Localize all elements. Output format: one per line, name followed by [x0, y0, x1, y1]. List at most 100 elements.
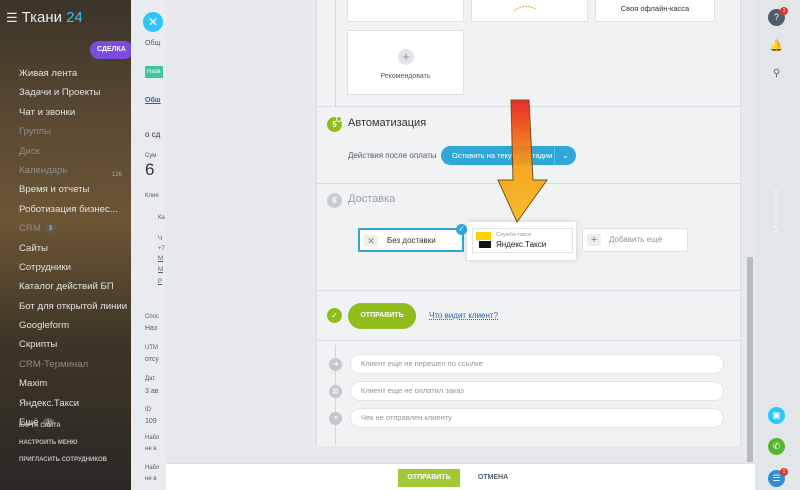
- own-cash-label: Своя офлайн-касса: [620, 4, 690, 13]
- sidebar-item-label: Каталог действий БП: [19, 281, 114, 293]
- invite-link[interactable]: ПРИГЛАСИТЬ СОТРУДНИКОВ: [19, 452, 107, 469]
- deal-fragment: не в: [145, 476, 157, 482]
- document-icon[interactable]: ▣: [768, 407, 785, 424]
- wallet-icon: ▤: [329, 385, 342, 398]
- plus-icon: +: [587, 234, 601, 246]
- sidebar-item[interactable]: Яндекс.Такси: [0, 394, 131, 413]
- help-badge: 1: [780, 7, 788, 15]
- sidebar-item-label: Maxim: [19, 378, 48, 390]
- search-icon[interactable]: ⚲: [768, 65, 785, 82]
- brand-number: 24: [66, 9, 83, 26]
- bottom-cancel-button[interactable]: ОТМЕНА: [468, 469, 518, 487]
- payment-tile[interactable]: [347, 0, 464, 22]
- sidebar-item[interactable]: Живая лента: [0, 64, 131, 83]
- sidebar-item-label: Группы: [19, 126, 51, 138]
- timeline-item: Клиент еще не перешел по ссылке: [350, 354, 724, 374]
- close-icon[interactable]: ✕: [143, 12, 163, 32]
- payment-tile[interactable]: [471, 0, 588, 22]
- timeline-item: Клиент еще не оплатил заказ: [350, 381, 724, 401]
- sidebar-item-label: CRM: [19, 223, 41, 235]
- bottom-send-button[interactable]: ОТПРАВИТЬ: [398, 469, 460, 487]
- sidebar-item[interactable]: Каталог действий БП: [0, 277, 131, 296]
- taxi-name-label: Яндекс.Такси: [496, 240, 547, 249]
- sidebar-item[interactable]: CRM-Терминал: [0, 355, 131, 374]
- section-divider: [317, 290, 742, 291]
- yandex-taxi-highlight[interactable]: Служба такси Яндекс.Такси: [467, 222, 576, 260]
- sidebar-item[interactable]: Скрипты: [0, 335, 131, 354]
- sidebar-item-label: Яндекс.Такси: [19, 397, 80, 409]
- timeline-item: Чек не отправлен клиенту: [350, 408, 724, 428]
- deal-fragment: Назв: [145, 66, 163, 78]
- deal-tab-fragment: Обш: [145, 97, 161, 104]
- deal-fragment: не в: [145, 446, 157, 452]
- sidebar-item-label: Время и отчеты: [19, 184, 90, 196]
- no-delivery-tile[interactable]: ✕ Без доставки: [358, 228, 464, 252]
- deal-fragment: Дат: [145, 376, 156, 382]
- section-divider: [317, 340, 742, 341]
- yandex-taxi-logo-icon: [476, 232, 491, 248]
- sidebar-item[interactable]: Сайты: [0, 239, 131, 258]
- menu-icon[interactable]: ☰: [6, 10, 18, 26]
- deal-fragment: Набл: [145, 465, 160, 471]
- sidebar-item[interactable]: Диск: [0, 142, 131, 161]
- bell-icon[interactable]: 🔔: [768, 38, 785, 55]
- sidebar-item-label: CRM-Терминал: [19, 358, 89, 370]
- sidebar-item-label: Сотрудники: [19, 261, 71, 273]
- deal-fragment: Ч: [158, 236, 162, 242]
- sidebar-item[interactable]: Googleform: [0, 316, 131, 335]
- configure-menu-link[interactable]: НАСТРОИТЬ МЕНЮ: [19, 435, 107, 452]
- bottom-action-bar: ОТПРАВИТЬ ОТМЕНА: [166, 463, 755, 490]
- arrow-icon: ➜: [329, 358, 342, 371]
- sidebar-item-label: Googleform: [19, 320, 70, 332]
- deal-fragment: Набл: [145, 435, 160, 441]
- deal-fragment: UTM: [145, 345, 158, 351]
- sidebar-item[interactable]: Бот для открытой линии: [0, 297, 131, 316]
- add-more-label: Добавить ещё: [609, 235, 663, 244]
- deal-fragment: Р: [158, 279, 163, 285]
- sidebar-item-label: Живая лента: [19, 68, 78, 79]
- sidebar-item-label: Задачи и Проекты: [19, 87, 101, 99]
- yandex-taxi-tile[interactable]: Служба такси Яндекс.Такси: [472, 228, 573, 253]
- delivery-title: Доставка: [348, 193, 396, 205]
- send-button[interactable]: ОТПРАВИТЬ: [348, 303, 416, 329]
- sidebar-item[interactable]: CRM 3: [0, 219, 131, 238]
- taxi-service-label: Служба такси: [496, 232, 532, 238]
- close-icon: ✕: [364, 235, 378, 247]
- recommend-label: Рекомендовать: [380, 73, 431, 80]
- deal-button[interactable]: СДЕЛКА: [90, 41, 133, 59]
- payment-logo-icon: [513, 5, 537, 12]
- sidebar-nav: Живая лента Задачи и Проекты Чат и звонки Г…: [0, 64, 131, 432]
- sidebar-item-label: Бот для открытой линии: [19, 300, 128, 312]
- check-icon: ✓: [456, 224, 467, 235]
- after-pay-label: Действия после оплаты: [348, 151, 437, 160]
- deal-fragment: Спос: [145, 314, 159, 320]
- sidebar-item[interactable]: Сотрудники: [0, 258, 131, 277]
- right-rail: ? 1 🔔 ⚲ БИТРИКС24 ▣ ✆ ☰ 1: [755, 0, 800, 490]
- sidebar-item[interactable]: Чат и звонки: [0, 103, 131, 122]
- scrollbar[interactable]: [747, 257, 753, 462]
- phone-icon[interactable]: ✆: [768, 438, 785, 455]
- sidebar-item[interactable]: Роботизация бизнес...: [0, 200, 131, 219]
- own-cash-tile[interactable]: Своя офлайн-касса: [595, 0, 715, 22]
- rail-vertical-label: БИТРИКС24: [772, 190, 778, 234]
- who-sees-link[interactable]: Что видит клиент?: [429, 311, 498, 320]
- sidebar-item[interactable]: Задачи и Проекты: [0, 83, 131, 102]
- sidebar-item[interactable]: Группы: [0, 122, 131, 141]
- sitemap-link[interactable]: КАРТА САЙТА: [19, 418, 107, 435]
- recommend-tile[interactable]: + Рекомендовать: [347, 30, 464, 95]
- annotation-arrow-icon: [497, 99, 548, 223]
- deal-fragment: отсу: [145, 356, 159, 363]
- deal-fragment: 3 ав: [145, 388, 159, 395]
- add-more-delivery-tile[interactable]: + Добавить ещё: [582, 228, 688, 252]
- sidebar-item[interactable]: Maxim: [0, 374, 131, 393]
- sidebar-item[interactable]: Время и отчеты: [0, 180, 131, 199]
- payment-slider-panel: Своя офлайн-касса + Рекомендовать 5 Авто…: [166, 0, 755, 490]
- sidebar-count-badge: 3: [44, 224, 56, 234]
- brand[interactable]: ☰ Ткани 24: [6, 9, 83, 26]
- deal-fragment: +7: [158, 246, 165, 252]
- deal-fragment: ID: [145, 407, 151, 413]
- sidebar-item-label: Роботизация бизнес...: [19, 203, 118, 215]
- chat-badge: 1: [780, 468, 788, 476]
- sidebar-footer: КАРТА САЙТА НАСТРОИТЬ МЕНЮ ПРИГЛАСИТЬ СО…: [19, 418, 107, 469]
- step-number: 6: [327, 193, 342, 208]
